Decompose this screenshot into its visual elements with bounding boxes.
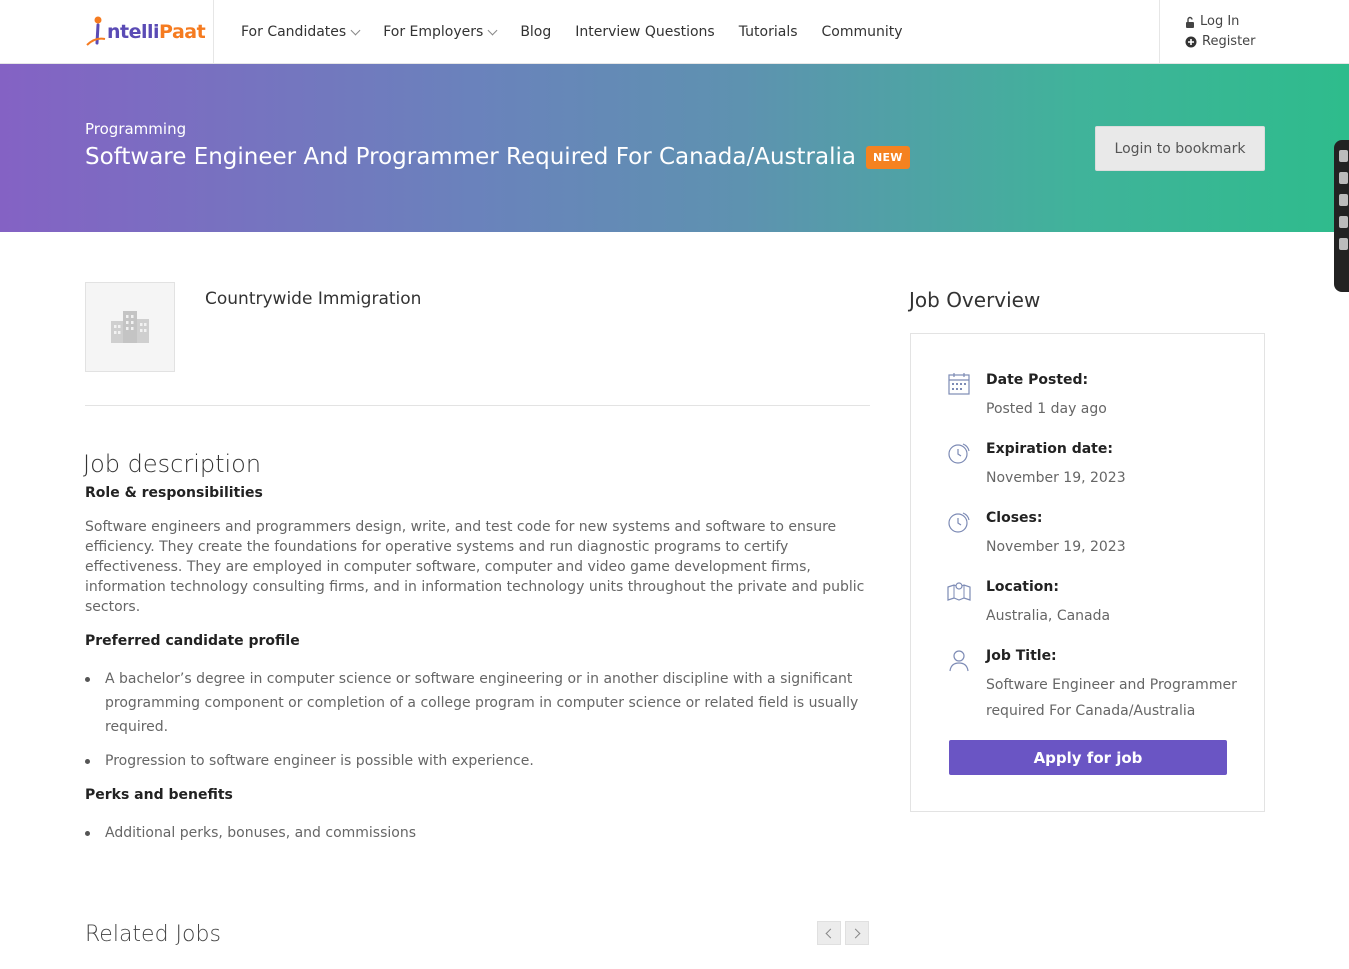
- chevron-right-icon: [850, 928, 861, 938]
- list-item: Additional perks, bonuses, and commissio…: [85, 821, 870, 845]
- user-icon: [949, 650, 969, 672]
- header-divider: [213, 0, 214, 64]
- clock-icon: [948, 512, 970, 533]
- login-to-bookmark-button[interactable]: Login to bookmark: [1095, 126, 1265, 171]
- new-badge: NEW: [865, 145, 910, 169]
- login-link[interactable]: Log In: [1185, 12, 1256, 32]
- nav-interview-questions[interactable]: Interview Questions: [575, 24, 714, 40]
- job-title-row: Software Engineer And Programmer Require…: [85, 144, 910, 170]
- lock-icon: [1186, 16, 1194, 28]
- job-overview-title: Job Overview: [909, 288, 1041, 312]
- tool-icon[interactable]: [1339, 172, 1348, 184]
- role-heading: Role & responsibilities: [85, 485, 263, 501]
- profile-heading: Preferred candidate profile: [85, 633, 300, 649]
- map-pin-icon: [947, 582, 971, 601]
- related-jobs-title: Related Jobs: [85, 922, 221, 947]
- clock-icon: [948, 443, 970, 464]
- nav-tutorials[interactable]: Tutorials: [739, 24, 798, 40]
- chevron-down-icon: [487, 25, 498, 35]
- nav-blog[interactable]: Blog: [520, 24, 551, 40]
- site-header: ntelliPaat For Candidates For Employers …: [0, 0, 1349, 64]
- list-item: A bachelor’s degree in computer science …: [85, 667, 870, 739]
- main-nav: For Candidates For Employers Blog Interv…: [241, 0, 903, 64]
- role-text: Software engineers and programmers desig…: [85, 519, 865, 615]
- next-related-button[interactable]: [845, 921, 869, 945]
- apply-for-job-button[interactable]: Apply for job: [949, 740, 1227, 775]
- job-hero-banner: Programming Software Engineer And Progra…: [0, 64, 1349, 232]
- company-name[interactable]: Countrywide Immigration: [205, 289, 421, 309]
- plus-circle-icon: [1185, 36, 1197, 48]
- nav-for-candidates[interactable]: For Candidates: [241, 24, 361, 40]
- prev-related-button[interactable]: [817, 921, 841, 945]
- job-title: Software Engineer And Programmer Require…: [85, 144, 856, 170]
- logo-wordmark: ntelliPaat: [107, 21, 206, 43]
- company-logo: [85, 282, 175, 372]
- pin-icon[interactable]: [1339, 150, 1348, 162]
- calendar-icon: [948, 373, 970, 395]
- perks-list: Additional perks, bonuses, and commissio…: [85, 821, 870, 845]
- job-category[interactable]: Programming: [85, 120, 186, 138]
- perks-heading: Perks and benefits: [85, 787, 233, 803]
- side-toolbar[interactable]: [1334, 140, 1349, 292]
- intellipaat-logo[interactable]: ntelliPaat: [85, 12, 206, 52]
- job-overview-panel: Date Posted: Posted 1 day ago Expiration…: [910, 333, 1265, 812]
- auth-links: Log In Register: [1185, 12, 1256, 52]
- building-icon: [111, 311, 149, 343]
- copy-icon[interactable]: [1339, 216, 1348, 228]
- nav-for-employers[interactable]: For Employers: [383, 24, 498, 40]
- gear-icon[interactable]: [1339, 238, 1348, 250]
- job-description-title: Job description: [83, 450, 262, 478]
- list-item: Progression to software engineer is poss…: [85, 749, 870, 773]
- divider: [85, 405, 870, 406]
- logo-figure-icon: [85, 15, 107, 49]
- header-divider: [1159, 0, 1160, 64]
- tool-icon[interactable]: [1339, 194, 1348, 206]
- job-description: Job description Role & responsibilities …: [83, 450, 870, 845]
- register-link[interactable]: Register: [1185, 32, 1256, 52]
- nav-community[interactable]: Community: [822, 24, 903, 40]
- chevron-left-icon: [825, 928, 836, 938]
- chevron-down-icon: [350, 25, 361, 35]
- profile-list: A bachelor’s degree in computer science …: [85, 667, 870, 773]
